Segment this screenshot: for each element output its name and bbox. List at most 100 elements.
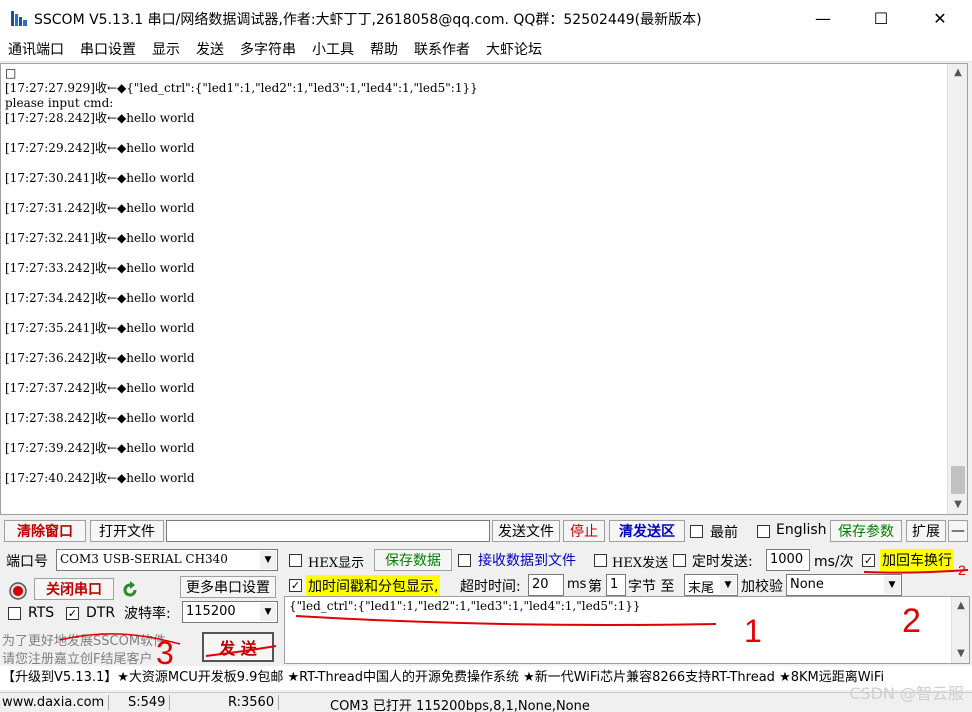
add-crlf-label: 加回车换行	[880, 549, 954, 571]
menu-send[interactable]: 发送	[188, 36, 232, 61]
english-checkbox[interactable]	[757, 525, 770, 538]
recv-to-file-checkbox[interactable]	[458, 554, 471, 567]
menu-serial-settings[interactable]: 串口设置	[72, 36, 144, 61]
promo-line-2: 请您注册嘉立创F结尾客户	[2, 652, 153, 667]
scroll-down-icon[interactable]: ▼	[952, 645, 970, 663]
timed-send-label: 定时发送:	[692, 554, 753, 570]
port-select[interactable]: COM3 USB-SERIAL CH340 ▼	[56, 549, 278, 571]
byte-start-input[interactable]: 1	[606, 574, 626, 596]
dtr-label: DTR	[86, 605, 116, 621]
log-line: [17:27:37.242]收←◆hello world	[5, 381, 195, 395]
chevron-down-icon: ▼	[720, 576, 736, 594]
save-params-button[interactable]: 保存参数	[830, 520, 902, 542]
scroll-thumb[interactable]	[951, 466, 965, 494]
baud-select[interactable]: 115200 ▼	[182, 601, 278, 623]
hex-display-label: HEX显示	[308, 556, 365, 571]
save-data-button[interactable]: 保存数据	[374, 549, 452, 571]
topmost-label: 最前	[710, 525, 738, 541]
rts-label: RTS	[28, 605, 55, 621]
app-logo-icon	[11, 11, 27, 26]
timeout-unit: ms	[567, 577, 587, 592]
menu-display[interactable]: 显示	[144, 36, 188, 61]
news-ticker[interactable]: 【升级到V5.13.1】★大资源MCU开发板9.9包邮 ★RT-Thread中国…	[0, 666, 972, 690]
log-line: □	[5, 66, 17, 80]
maximize-button[interactable]: ☐	[858, 0, 904, 36]
send-button[interactable]: 发 送	[202, 632, 274, 662]
expand-button[interactable]: 扩展	[906, 520, 946, 542]
interval-input[interactable]: 1000	[766, 549, 810, 571]
log-line: [17:27:29.242]收←◆hello world	[5, 141, 195, 155]
menu-contact-author[interactable]: 联系作者	[406, 36, 478, 61]
receive-log: □ [17:27:27.929]收←◆{"led_ctrl":{"led1":1,…	[5, 66, 478, 486]
checksum-label: 加校验	[741, 579, 783, 595]
status-bar: www.daxia.com S:549 R:3560 COM3 已打开 1152…	[0, 692, 972, 712]
menu-bar: 通讯端口 串口设置 显示 发送 多字符串 小工具 帮助 联系作者 大虾论坛	[0, 36, 972, 62]
promo-line-1: 为了更好地发展SSCOM软件	[2, 634, 167, 649]
status-site[interactable]: www.daxia.com	[2, 695, 110, 710]
clear-window-button[interactable]: 清除窗口	[4, 520, 86, 542]
status-received-count: R:3560	[228, 695, 280, 710]
receive-scrollbar[interactable]: ▲ ▼	[947, 64, 967, 514]
file-path-input[interactable]	[166, 520, 490, 542]
log-blank-line	[5, 246, 478, 261]
menu-forum[interactable]: 大虾论坛	[478, 36, 550, 61]
timestamp-checkbox[interactable]: ✓	[289, 579, 302, 592]
clear-send-button[interactable]: 清发送区	[609, 520, 685, 542]
topmost-checkbox[interactable]	[690, 525, 703, 538]
log-blank-line	[5, 306, 478, 321]
baud-select-value: 115200	[186, 604, 236, 619]
refresh-icon[interactable]	[120, 580, 140, 600]
byte-end-select[interactable]: 末尾 ▼	[684, 574, 738, 596]
timestamp-label: 加时间戳和分包显示,	[306, 575, 441, 597]
stop-button[interactable]: 停止	[563, 520, 605, 542]
menu-multi-string[interactable]: 多字符串	[232, 36, 304, 61]
hex-display-checkbox[interactable]	[289, 554, 302, 567]
port-select-value: COM3 USB-SERIAL CH340	[60, 552, 228, 566]
dtr-checkbox[interactable]: ✓	[66, 607, 79, 620]
log-line: [17:27:35.241]收←◆hello world	[5, 321, 195, 335]
log-blank-line	[5, 456, 478, 471]
log-blank-line	[5, 156, 478, 171]
close-port-button[interactable]: 关闭串口	[34, 578, 114, 600]
timeout-label: 超时时间:	[460, 579, 521, 595]
port-status-icon	[9, 582, 27, 600]
log-line: [17:27:34.242]收←◆hello world	[5, 291, 195, 305]
more-settings-button[interactable]: 更多串口设置	[180, 576, 276, 598]
log-blank-line	[5, 126, 478, 141]
timeout-input[interactable]: 20	[528, 574, 564, 596]
baud-label: 波特率:	[124, 606, 171, 622]
watermark: CSDN @智云服	[849, 684, 964, 703]
english-label: English	[776, 522, 827, 538]
log-line: [17:27:40.242]收←◆hello world	[5, 471, 195, 485]
menu-tools[interactable]: 小工具	[304, 36, 362, 61]
log-line: [17:27:33.242]收←◆hello world	[5, 261, 195, 275]
checksum-value: None	[790, 577, 824, 592]
checksum-select[interactable]: None ▼	[786, 574, 902, 596]
scroll-up-icon[interactable]: ▲	[952, 597, 970, 615]
status-sent-count: S:549	[128, 695, 171, 710]
collapse-button[interactable]: —	[948, 520, 968, 542]
log-line: [17:27:39.242]收←◆hello world	[5, 441, 195, 455]
scroll-up-icon[interactable]: ▲	[948, 64, 967, 82]
log-blank-line	[5, 366, 478, 381]
timed-send-checkbox[interactable]	[673, 554, 686, 567]
close-button[interactable]: ✕	[917, 0, 963, 36]
scroll-down-icon[interactable]: ▼	[948, 496, 967, 514]
menu-comm-port[interactable]: 通讯端口	[0, 36, 72, 61]
send-scrollbar[interactable]: ▲ ▼	[951, 597, 969, 663]
send-file-button[interactable]: 发送文件	[492, 520, 560, 542]
log-line: [17:27:27.929]收←◆{"led_ctrl":{"led1":1,"…	[5, 81, 478, 95]
add-crlf-checkbox[interactable]: ✓	[862, 554, 875, 567]
send-textarea[interactable]: {"led_ctrl":{"led1":1,"led2":1,"led3":1,…	[284, 596, 970, 664]
hex-send-checkbox[interactable]	[594, 554, 607, 567]
recv-to-file-label[interactable]: 接收数据到文件	[478, 550, 576, 570]
minimize-button[interactable]: —	[800, 0, 846, 36]
byte-prefix: 第	[588, 579, 602, 595]
log-line: [17:27:28.242]收←◆hello world	[5, 111, 195, 125]
receive-area[interactable]: □ [17:27:27.929]收←◆{"led_ctrl":{"led1":1,…	[0, 63, 968, 515]
menu-help[interactable]: 帮助	[362, 36, 406, 61]
rts-checkbox[interactable]	[8, 607, 21, 620]
open-file-button[interactable]: 打开文件	[90, 520, 164, 542]
byte-end-value: 末尾	[688, 581, 715, 596]
log-line: [17:27:36.242]收←◆hello world	[5, 351, 195, 365]
